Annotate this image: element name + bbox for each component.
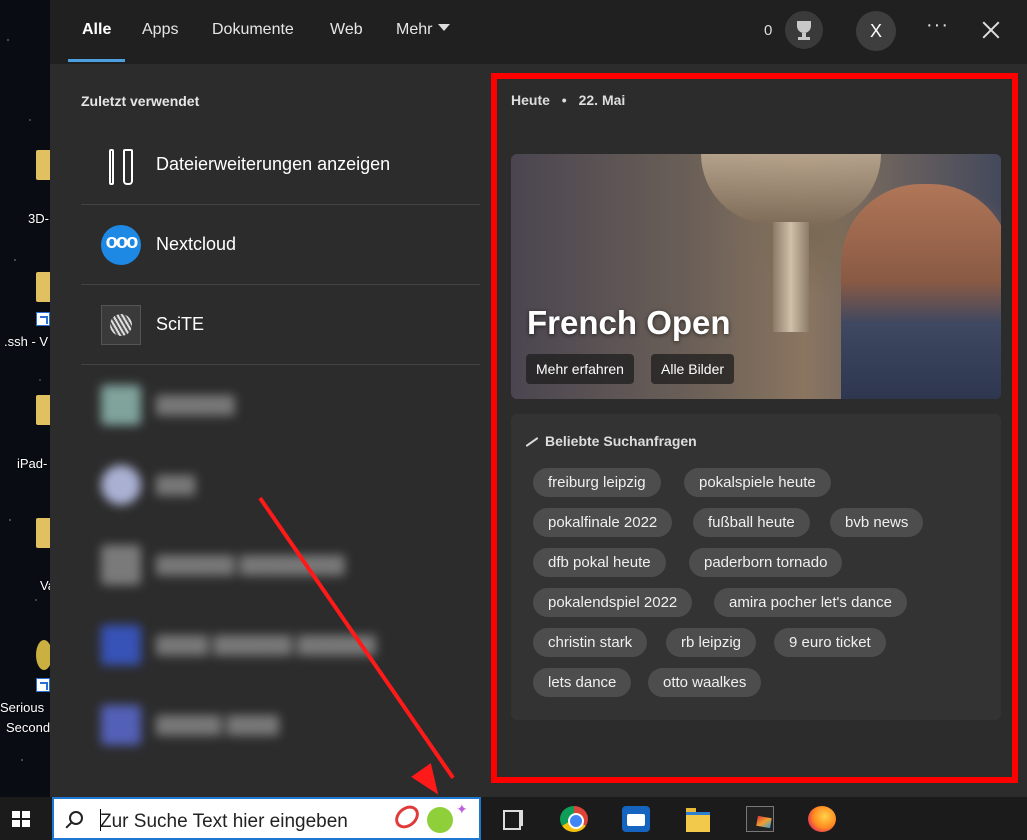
tennis-ball-icon	[427, 807, 453, 833]
shortcut-arrow-icon	[36, 312, 50, 326]
rewards-points: 0	[764, 22, 773, 39]
sparkle-icon: ✦	[456, 801, 468, 817]
desktop-label: iPad-	[17, 456, 48, 471]
shortcut-arrow-icon	[36, 678, 50, 692]
recent-item-label: ▓▓▓▓▓▓ ▓▓▓▓▓▓▓▓	[156, 554, 345, 574]
terminal-icon[interactable]	[746, 806, 774, 832]
desktop-label: .ssh - V	[4, 334, 49, 349]
close-icon[interactable]	[979, 17, 1003, 43]
file-explorer-icon[interactable]	[684, 806, 712, 832]
recent-item-label: Dateierweiterungen anzeigen	[156, 154, 391, 174]
recent-item-label: ▓▓▓▓▓▓	[156, 394, 235, 414]
recent-section-title: Zuletzt verwendet	[81, 93, 200, 109]
tools-icon	[101, 145, 141, 185]
chevron-down-icon	[438, 24, 451, 31]
tab-web[interactable]: Web	[330, 21, 363, 39]
recent-item-blurred[interactable]: ▓▓▓▓▓ ▓▓▓▓	[81, 685, 480, 765]
recent-item-blurred[interactable]: ▓▓▓▓▓▓ ▓▓▓▓▓▓▓▓	[81, 525, 480, 605]
taskbar-search-box[interactable]: Zur Suche Text hier eingeben ✦	[52, 797, 481, 840]
desktop-background: 3D- .ssh - V iPad- Va Serious Second	[0, 0, 52, 797]
search-tabs-bar: Alle Apps Dokumente Web Mehr 0 X ···	[50, 0, 1027, 64]
trophy-icon[interactable]	[785, 11, 823, 49]
scite-icon	[101, 305, 141, 345]
search-icon	[69, 811, 83, 825]
recent-item-label: ▓▓▓▓▓ ▓▓▓▓	[156, 714, 280, 734]
tab-more-label: Mehr	[396, 21, 433, 38]
highlight-box	[491, 73, 1018, 783]
task-view-icon[interactable]	[500, 806, 528, 832]
taskbar: Zur Suche Text hier eingeben ✦	[0, 797, 1027, 840]
desktop-label: Second	[6, 720, 51, 735]
recent-item-file-extensions[interactable]: Dateierweiterungen anzeigen	[81, 125, 480, 205]
recent-item-nextcloud[interactable]: Nextcloud	[81, 205, 480, 285]
recent-item-scite[interactable]: SciTE	[81, 285, 480, 365]
recent-item-label: ▓▓▓▓ ▓▓▓▓▓▓ ▓▓▓▓▓▓	[156, 634, 376, 654]
recent-item-blurred[interactable]: ▓▓▓	[81, 445, 480, 525]
desktop-label: Serious	[0, 700, 45, 715]
active-tab-indicator	[68, 59, 125, 62]
recent-item-label: Nextcloud	[156, 234, 237, 254]
recent-item-label: SciTE	[156, 314, 205, 334]
desktop-label: 3D-	[28, 211, 49, 226]
blurred-icon	[101, 465, 141, 505]
tab-documents[interactable]: Dokumente	[212, 21, 294, 39]
more-options-icon[interactable]: ···	[926, 14, 949, 37]
tab-more[interactable]: Mehr	[396, 21, 451, 39]
recent-item-blurred[interactable]: ▓▓▓▓▓▓	[81, 365, 480, 445]
blurred-icon	[101, 625, 141, 665]
tab-all[interactable]: Alle	[82, 21, 111, 39]
blurred-icon	[101, 545, 141, 585]
mail-icon[interactable]	[622, 806, 650, 832]
chrome-icon[interactable]	[560, 806, 588, 832]
recent-item-blurred[interactable]: ▓▓▓▓ ▓▓▓▓▓▓ ▓▓▓▓▓▓	[81, 605, 480, 685]
blurred-icon	[101, 385, 141, 425]
tennis-racket-icon	[390, 800, 424, 834]
blurred-icon	[101, 705, 141, 745]
windows-start-icon[interactable]	[12, 811, 30, 827]
nextcloud-icon	[101, 225, 141, 265]
account-avatar[interactable]: X	[856, 11, 896, 51]
tab-apps[interactable]: Apps	[142, 21, 178, 39]
firefox-icon[interactable]	[808, 806, 836, 832]
recent-item-label: ▓▓▓	[156, 474, 196, 494]
search-placeholder: Zur Suche Text hier eingeben	[100, 811, 348, 832]
